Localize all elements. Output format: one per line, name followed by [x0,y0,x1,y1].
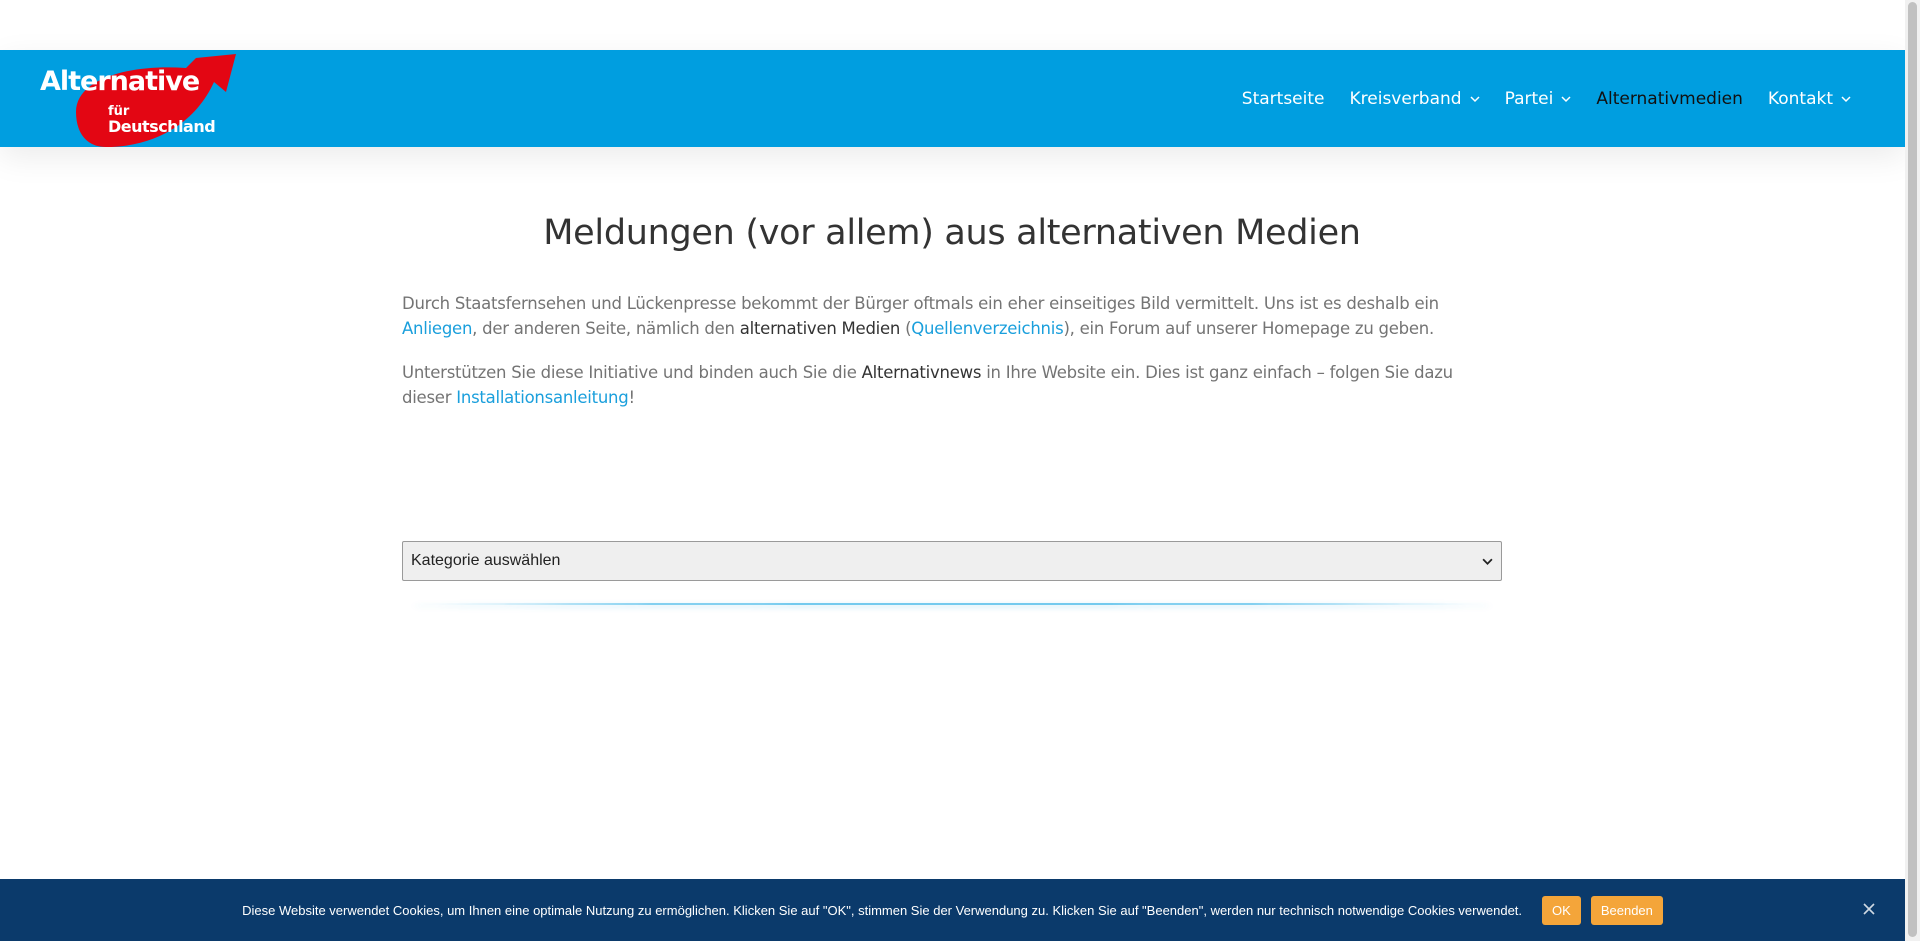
intro-paragraph: Durch Staatsfernsehen und Lückenpresse b… [402,291,1502,341]
category-select-wrap: Kategorie auswählen [402,541,1502,605]
text: ), ein Forum auf unserer Homepage zu geb… [1063,319,1434,338]
text: Durch Staatsfernsehen und Lückenpresse b… [402,294,1439,313]
top-strip [0,0,1905,50]
nav-item-partei[interactable]: Partei [1505,89,1572,109]
cookie-banner: Diese Website verwendet Cookies, um Ihne… [0,879,1905,941]
scrollbar[interactable] [1905,0,1920,941]
nav-label: Kreisverband [1349,88,1462,109]
nav-label: Partei [1504,88,1554,109]
chevron-down-icon [1470,95,1480,102]
strong-text: alternativen Medien [739,319,901,338]
cookie-text: Diese Website verwendet Cookies, um Ihne… [242,902,1523,918]
logo-line1: Alternative [40,66,199,97]
chevron-down-icon [1561,95,1571,102]
close-icon[interactable] [1861,901,1877,917]
support-paragraph: Unterstützen Sie diese Initiative und bi… [402,360,1502,410]
text: ! [628,388,635,407]
text: ( [900,319,912,338]
logo-line3: Deutschland [108,117,215,136]
scrollbar-thumb[interactable] [1908,2,1917,937]
nav-label: Startseite [1241,88,1325,109]
chevron-down-icon [1841,95,1851,102]
category-select-value: Kategorie auswählen [411,552,561,569]
installationsanleitung-link[interactable]: Installationsanleitung [456,388,628,407]
nav-label: Kontakt [1767,88,1833,109]
page-title: Meldungen (vor allem) aus alternativen M… [543,213,1361,253]
text: , der anderen Seite, nämlich den [472,319,740,338]
main-content: Meldungen (vor allem) aus alternativen M… [402,147,1502,605]
text: Unterstützen Sie diese Initiative und bi… [402,363,862,382]
anliegen-link[interactable]: Anliegen [402,319,472,338]
nav-label: Alternativmedien [1596,88,1743,109]
site-header: Alternative für Deutschland Startseite K… [0,50,1905,147]
page: Alternative für Deutschland Startseite K… [0,0,1905,941]
strong-text: Alternativnews [861,363,982,382]
cookie-ok-button[interactable]: OK [1542,895,1581,925]
nav-item-kontakt[interactable]: Kontakt [1768,89,1851,109]
quellenverzeichnis-link[interactable]: Quellenverzeichnis [911,319,1063,338]
afd-logo[interactable]: Alternative für Deutschland [36,52,238,147]
chevron-down-icon [1482,558,1493,565]
nav-item-alternativmedien[interactable]: Alternativmedien [1596,89,1743,109]
main-nav: Startseite Kreisverband Partei Alternati… [1217,50,1851,147]
cookie-end-button[interactable]: Beenden [1590,895,1663,925]
category-select[interactable]: Kategorie auswählen [402,541,1502,581]
separator-line [412,603,1492,605]
nav-item-startseite[interactable]: Startseite [1242,89,1325,109]
nav-item-kreisverband[interactable]: Kreisverband [1350,89,1480,109]
